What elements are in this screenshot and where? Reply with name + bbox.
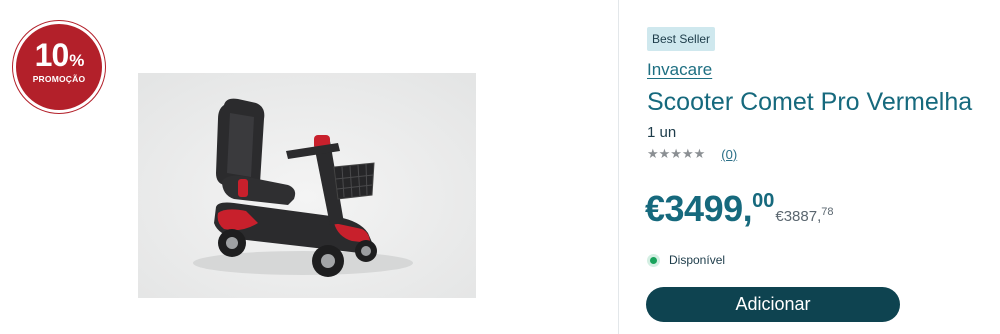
promo-badge: 10% PROMOÇÃO [13, 21, 105, 113]
current-price: €3499, [645, 188, 753, 229]
availability-status: Disponível [647, 253, 725, 267]
available-dot-icon [647, 253, 660, 267]
product-unit: 1 un [647, 124, 677, 141]
availability-label: Disponível [669, 253, 726, 267]
old-price-cents: 78 [821, 206, 834, 218]
rating: ★★★★★ (0) [647, 146, 737, 162]
price-block: €3499,00€3887,78 [645, 188, 834, 229]
mobility-scooter-illustration [138, 73, 476, 298]
current-price-cents: 00 [752, 190, 775, 212]
promo-percent-sign: % [69, 51, 84, 70]
old-price: €3887, [775, 208, 822, 225]
star-rating-icon: ★★★★★ [647, 146, 706, 161]
product-gallery: 10% PROMOÇÃO [0, 0, 618, 334]
panel-divider [618, 0, 619, 334]
promo-percent: 10 [34, 37, 70, 73]
review-count-link[interactable]: (0) [721, 147, 737, 162]
product-image[interactable] [138, 73, 476, 298]
promo-label: PROMOÇÃO [32, 74, 86, 84]
add-to-cart-button[interactable]: Adicionar [646, 287, 900, 322]
product-title: Scooter Comet Pro Vermelha [647, 88, 973, 116]
brand-link[interactable]: Invacare [647, 60, 712, 80]
best-seller-badge: Best Seller [647, 27, 716, 51]
